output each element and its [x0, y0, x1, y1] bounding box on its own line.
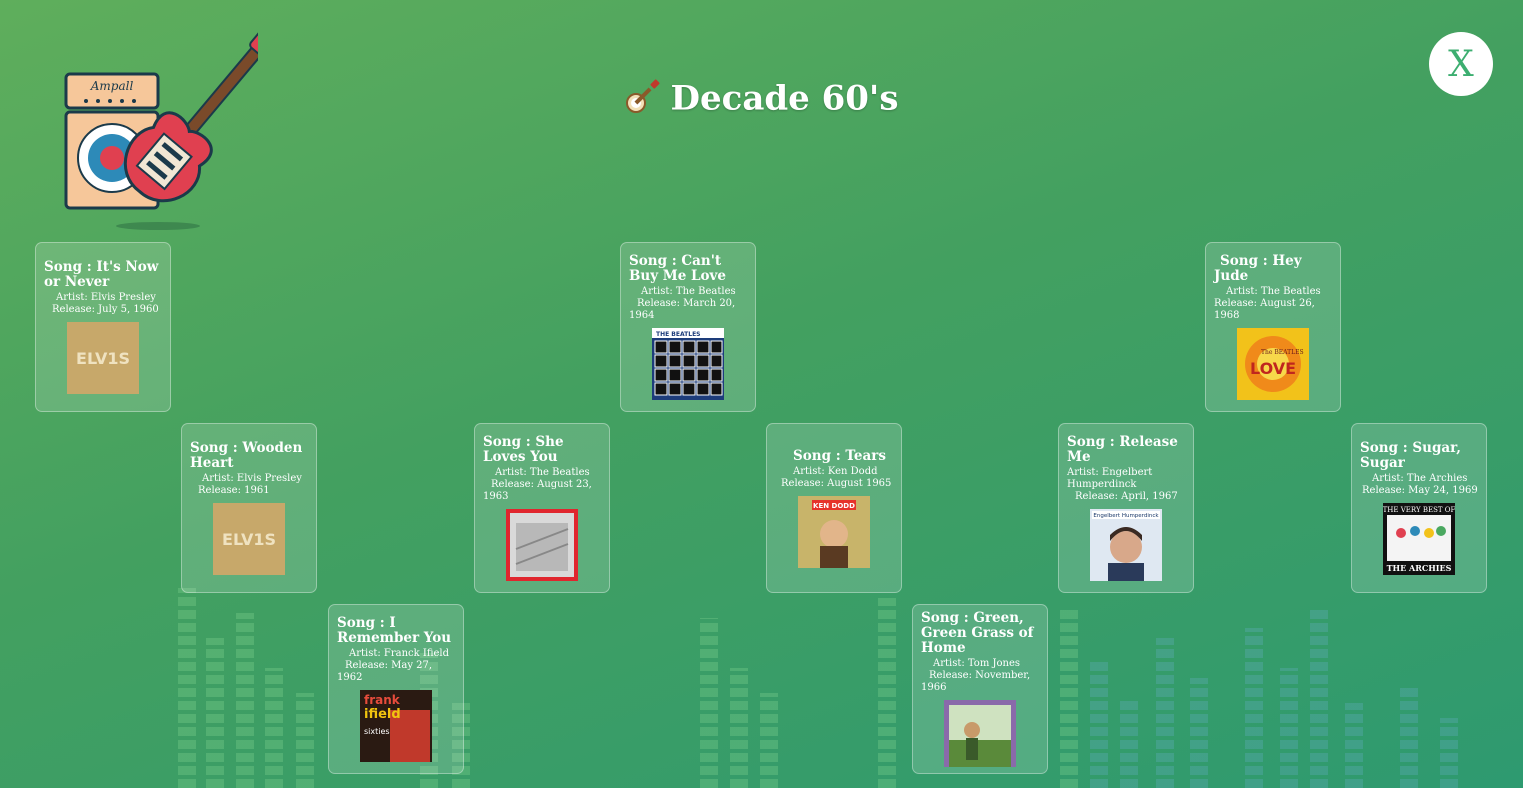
- song-title: Song : I Remember You: [337, 615, 452, 646]
- song-release: Release: 1961: [198, 485, 270, 496]
- song-card[interactable]: Song : I Remember You Artist: Franck Ifi…: [328, 604, 464, 774]
- svg-text:ifield: ifield: [364, 707, 401, 722]
- page-title-text: Decade 60's: [670, 78, 899, 119]
- svg-text:ELV1S: ELV1S: [222, 530, 276, 549]
- song-release: Release: May 24, 1969: [1362, 485, 1478, 496]
- song-artist: Artist: Engelbert Humperdinck: [1067, 467, 1153, 490]
- song-release: Release: April, 1967: [1075, 491, 1178, 502]
- song-release: Release: May 27, 1962: [337, 660, 433, 683]
- song-title: Song : Wooden Heart: [190, 440, 303, 471]
- svg-text:The BEATLES: The BEATLES: [1261, 349, 1304, 356]
- song-release: Release: November, 1966: [921, 670, 1031, 693]
- song-title: Song : She Loves You: [483, 434, 564, 465]
- album-cover: THE VERY BEST OF THE ARCHIES: [1383, 503, 1455, 575]
- page-title: Decade 60's: [0, 78, 1523, 123]
- svg-text:Engelbert Humperdinck: Engelbert Humperdinck: [1093, 513, 1159, 519]
- song-release: Release: August 23, 1963: [483, 479, 592, 502]
- svg-text:LOVE: LOVE: [1250, 359, 1296, 378]
- svg-text:THE VERY BEST OF: THE VERY BEST OF: [1383, 506, 1455, 514]
- song-artist: Artist: The Beatles: [495, 467, 590, 478]
- song-release: Release: August 26, 1968: [1214, 298, 1315, 321]
- song-artist: Artist: The Archies: [1372, 473, 1468, 484]
- album-cover: ELV1S: [67, 322, 139, 394]
- album-cover: [944, 700, 1016, 767]
- amp-guitar-logo: Ampall: [58, 27, 279, 233]
- album-cover: Engelbert Humperdinck: [1090, 509, 1162, 581]
- song-card[interactable]: Song : Release Me Artist: Engelbert Hump…: [1058, 423, 1194, 593]
- song-title: Song : It's Now or Never: [44, 259, 159, 290]
- song-title: Song : Hey Jude: [1214, 253, 1302, 284]
- song-card[interactable]: Song : Tears Artist: Ken Dodd Release: A…: [766, 423, 902, 593]
- svg-text:THE BEATLES: THE BEATLES: [656, 331, 701, 338]
- album-cover: ELV1S: [213, 503, 285, 575]
- banjo-icon: [625, 78, 661, 123]
- song-title: Song : Tears: [793, 447, 886, 464]
- song-artist: Artist: The Beatles: [1226, 286, 1321, 297]
- song-title: Song : Can't Buy Me Love: [629, 253, 726, 284]
- album-cover: [506, 509, 578, 581]
- song-title: Song : Green, Green Grass of Home: [921, 610, 1034, 656]
- album-cover: THE BEATLES: [652, 328, 724, 400]
- album-cover: frank ifield sixties: [360, 690, 432, 762]
- svg-text:KEN DODD: KEN DODD: [813, 502, 855, 510]
- song-artist: Artist: Tom Jones: [933, 658, 1021, 669]
- svg-text:THE ARCHIES: THE ARCHIES: [1387, 563, 1452, 573]
- song-release: Release: August 1965: [781, 477, 892, 489]
- song-card[interactable]: Song : It's Now or Never Artist: Elvis P…: [35, 242, 171, 412]
- song-card[interactable]: Song : She Loves You Artist: The Beatles…: [474, 423, 610, 593]
- song-artist: Artist: Ken Dodd: [793, 465, 878, 477]
- svg-text:frank: frank: [364, 693, 401, 707]
- song-artist: Artist: Franck Ifield: [349, 648, 450, 659]
- song-release: Release: July 5, 1960: [52, 304, 159, 315]
- song-artist: Artist: Elvis Presley: [202, 473, 302, 484]
- song-card[interactable]: Song : Wooden Heart Artist: Elvis Presle…: [181, 423, 317, 593]
- song-card[interactable]: Song : Green, Green Grass of Home Artist…: [912, 604, 1048, 774]
- song-card[interactable]: Song : Sugar, Sugar Artist: The Archies …: [1351, 423, 1487, 593]
- song-title: Song : Release Me: [1067, 434, 1178, 465]
- svg-text:sixties: sixties: [364, 727, 390, 736]
- song-card[interactable]: Song : Can't Buy Me Love Artist: The Bea…: [620, 242, 756, 412]
- song-card[interactable]: Song : Hey Jude Artist: The Beatles Rele…: [1205, 242, 1341, 412]
- song-artist: Artist: The Beatles: [641, 286, 736, 297]
- album-cover: KEN DODD: [798, 495, 870, 568]
- svg-text:ELV1S: ELV1S: [76, 349, 130, 368]
- song-release: Release: March 20, 1964: [629, 298, 736, 321]
- close-button[interactable]: X: [1429, 32, 1493, 96]
- album-cover: The BEATLES LOVE: [1237, 328, 1309, 400]
- song-artist: Artist: Elvis Presley: [56, 292, 156, 303]
- song-title: Song : Sugar, Sugar: [1360, 440, 1461, 471]
